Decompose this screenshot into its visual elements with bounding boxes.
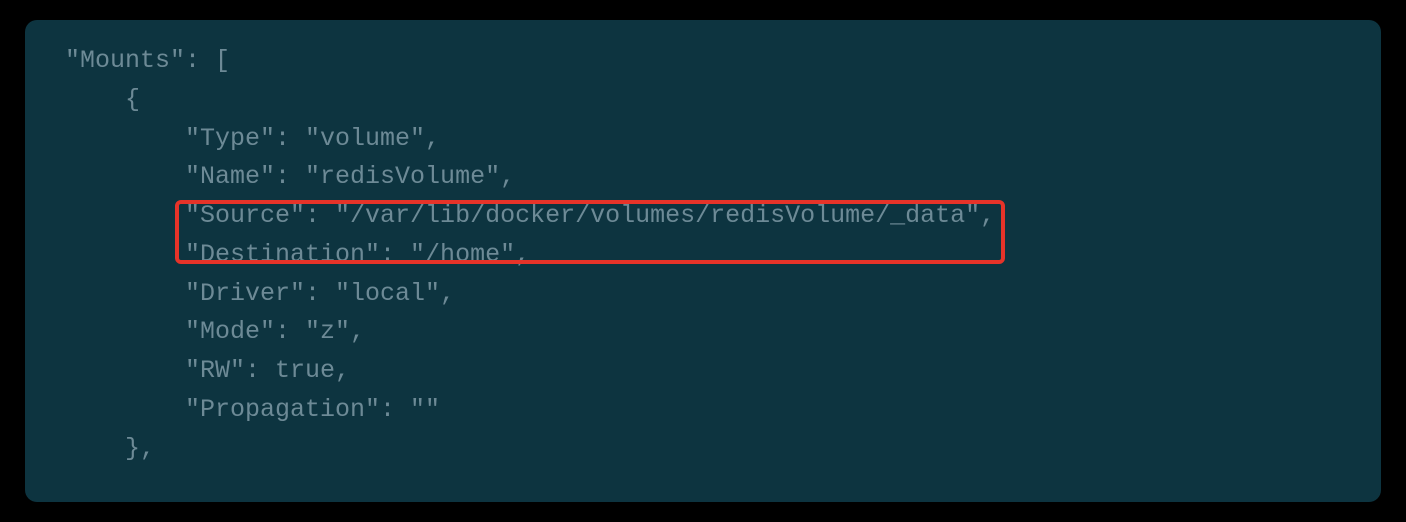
code-line: "Source": "/var/lib/docker/volumes/redis… xyxy=(65,197,1341,236)
code-line: { xyxy=(65,81,1341,120)
code-block: "Mounts": [ { "Type": "volume", "Name": … xyxy=(25,20,1381,502)
code-line: "Mode": "z", xyxy=(65,313,1341,352)
code-line: "Name": "redisVolume", xyxy=(65,158,1341,197)
code-line: "Type": "volume", xyxy=(65,120,1341,159)
code-line: "Driver": "local", xyxy=(65,275,1341,314)
code-line: "Propagation": "" xyxy=(65,391,1341,430)
code-line: "RW": true, xyxy=(65,352,1341,391)
code-line: }, xyxy=(65,430,1341,469)
code-line: "Destination": "/home", xyxy=(65,236,1341,275)
code-line: "Mounts": [ xyxy=(65,42,1341,81)
